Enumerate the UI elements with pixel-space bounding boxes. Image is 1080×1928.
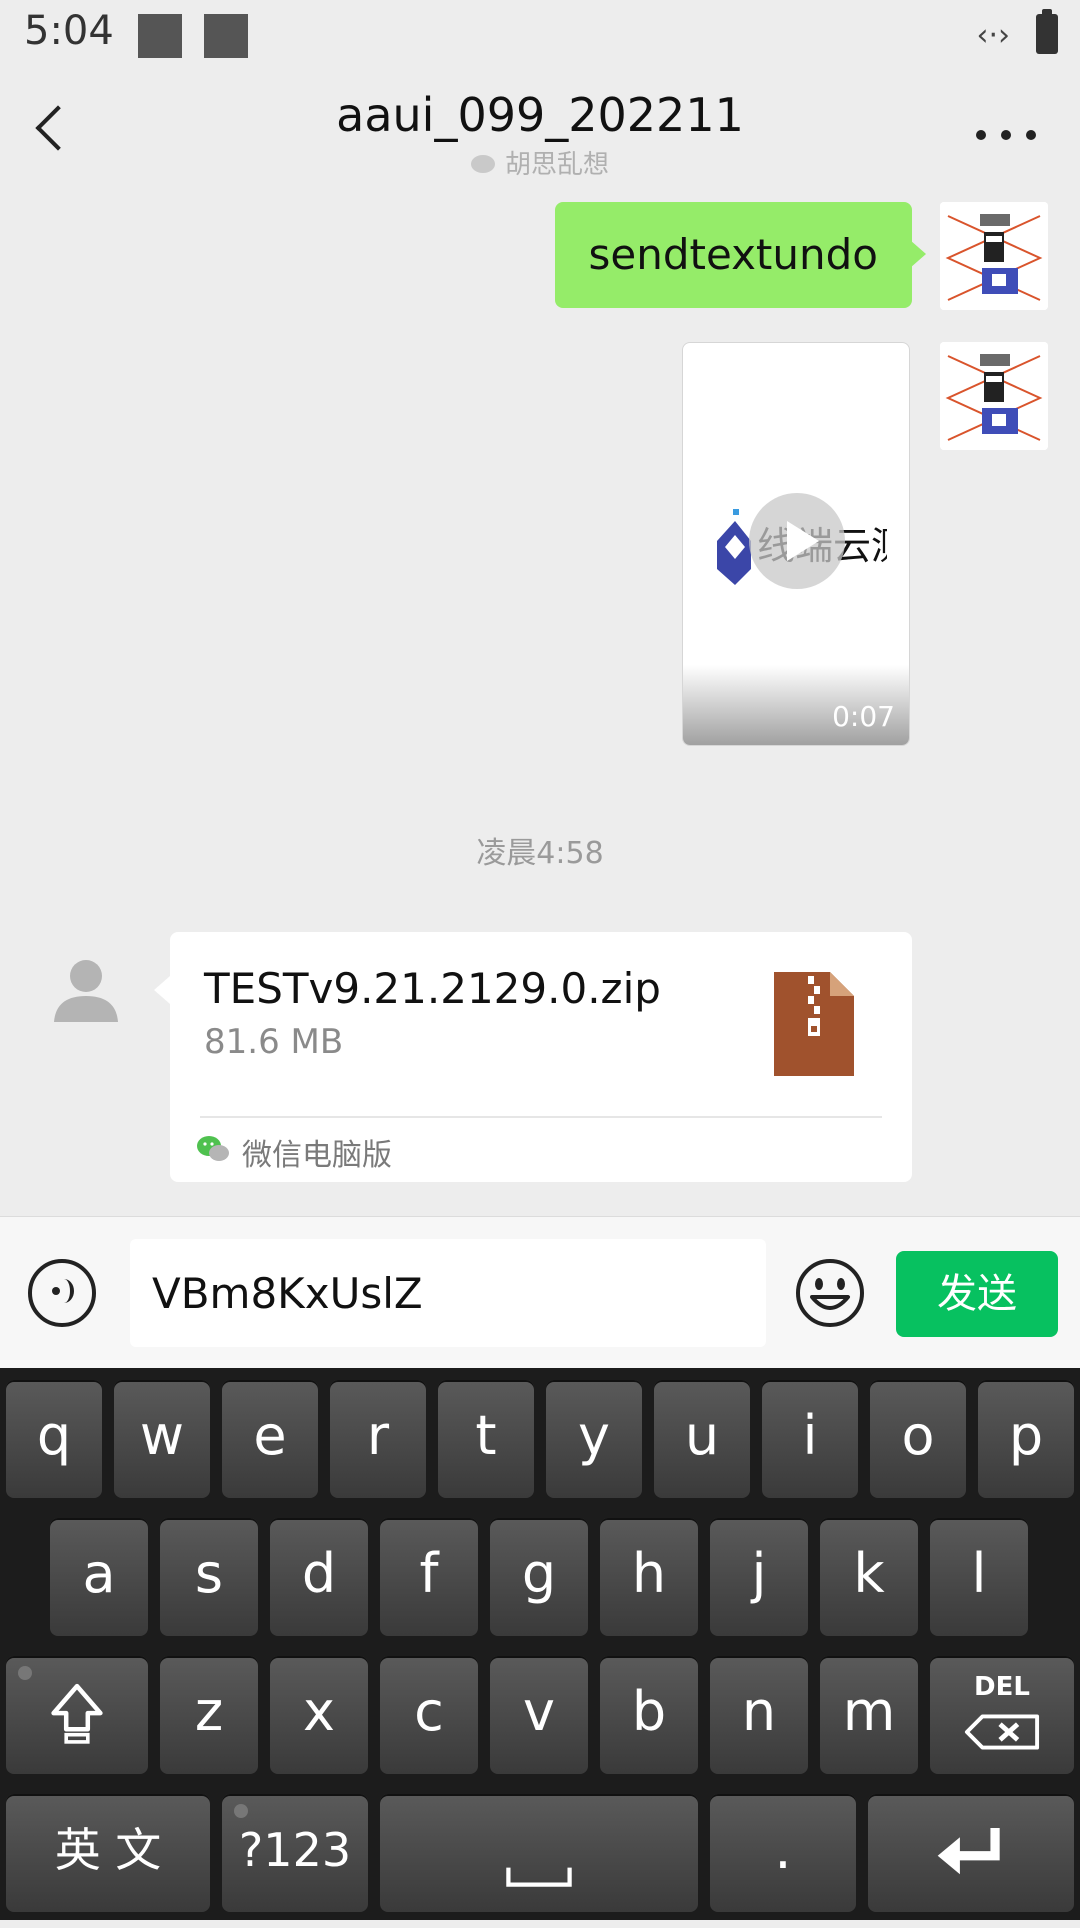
key-s[interactable]: s xyxy=(160,1518,258,1636)
backspace-icon xyxy=(964,1714,1040,1750)
key-c[interactable]: c xyxy=(380,1656,478,1774)
key-h[interactable]: h xyxy=(600,1518,698,1636)
key-d[interactable]: d xyxy=(270,1518,368,1636)
symbols-key-label: ?123 xyxy=(238,1823,352,1877)
chat-subtitle: 胡思乱想 xyxy=(0,144,1080,181)
file-message[interactable]: TESTv9.21.2129.0.zip 81.6 MB 微信电脑版 xyxy=(154,932,912,1182)
keyboard: q w e r t y u i o p a s d f g h j k l z … xyxy=(0,1368,1080,1920)
friend-avatar[interactable] xyxy=(50,952,122,1024)
shift-icon xyxy=(51,1683,103,1744)
chat-title: aaui_099_202211 xyxy=(336,88,744,142)
key-a[interactable]: a xyxy=(50,1518,148,1636)
chat-bubble-icon xyxy=(470,154,495,173)
key-t[interactable]: t xyxy=(438,1380,534,1498)
input-bar: 发送 xyxy=(0,1216,1080,1369)
enter-icon xyxy=(937,1827,1000,1875)
key-j[interactable]: j xyxy=(710,1518,808,1636)
link-icon: ‹·› xyxy=(976,18,1010,53)
emoji-icon[interactable] xyxy=(794,1257,866,1329)
key-v[interactable]: v xyxy=(490,1656,588,1774)
play-button[interactable] xyxy=(749,493,845,589)
notification-icon xyxy=(204,14,248,58)
shift-key[interactable] xyxy=(6,1656,148,1774)
send-button[interactable]: 发送 xyxy=(896,1251,1058,1337)
message-input[interactable] xyxy=(130,1239,766,1347)
key-l[interactable]: l xyxy=(930,1518,1028,1636)
space-key[interactable] xyxy=(380,1794,698,1912)
message-timestamp: 凌晨4:58 xyxy=(476,836,604,871)
key-r[interactable]: r xyxy=(330,1380,426,1498)
zip-file-icon xyxy=(774,972,854,1076)
file-size: 81.6 MB xyxy=(204,1022,344,1062)
delete-key[interactable]: DEL xyxy=(930,1656,1074,1774)
key-y[interactable]: y xyxy=(546,1380,642,1498)
file-name: TESTv9.21.2129.0.zip xyxy=(204,964,661,1013)
key-m[interactable]: m xyxy=(820,1656,918,1774)
key-b[interactable]: b xyxy=(600,1656,698,1774)
battery-icon xyxy=(1036,9,1058,54)
key-f[interactable]: f xyxy=(380,1518,478,1636)
space-icon xyxy=(506,1867,572,1887)
key-k[interactable]: k xyxy=(820,1518,918,1636)
key-u[interactable]: u xyxy=(654,1380,750,1498)
divider xyxy=(200,1116,882,1118)
chat-subtitle-text: 胡思乱想 xyxy=(504,150,609,180)
my-avatar[interactable] xyxy=(940,342,1048,450)
period-key[interactable]: . xyxy=(710,1794,856,1912)
key-p[interactable]: p xyxy=(978,1380,1074,1498)
symbols-key[interactable]: ?123 xyxy=(222,1794,368,1912)
video-duration: 0:07 xyxy=(832,700,895,733)
key-x[interactable]: x xyxy=(270,1656,368,1774)
my-avatar[interactable] xyxy=(940,202,1048,310)
wechat-icon xyxy=(197,1136,229,1161)
enter-key[interactable] xyxy=(868,1794,1074,1912)
voice-input-icon[interactable] xyxy=(28,1259,96,1327)
video-message[interactable]: 线端云测 0:07 xyxy=(682,342,910,746)
notification-icon xyxy=(138,14,182,58)
sent-text-bubble[interactable]: sendtextundo xyxy=(554,202,926,308)
more-icon[interactable] xyxy=(976,130,1036,140)
key-e[interactable]: e xyxy=(222,1380,318,1498)
key-g[interactable]: g xyxy=(490,1518,588,1636)
key-o[interactable]: o xyxy=(870,1380,966,1498)
key-n[interactable]: n xyxy=(710,1656,808,1774)
file-source: 微信电脑版 xyxy=(242,1138,392,1173)
status-time: 5:04 xyxy=(24,8,114,54)
key-i[interactable]: i xyxy=(762,1380,858,1498)
key-z[interactable]: z xyxy=(160,1656,258,1774)
delete-key-label: DEL xyxy=(974,1672,1030,1702)
language-key[interactable]: 英 文 xyxy=(6,1794,210,1912)
key-w[interactable]: w xyxy=(114,1380,210,1498)
key-q[interactable]: q xyxy=(6,1380,102,1498)
